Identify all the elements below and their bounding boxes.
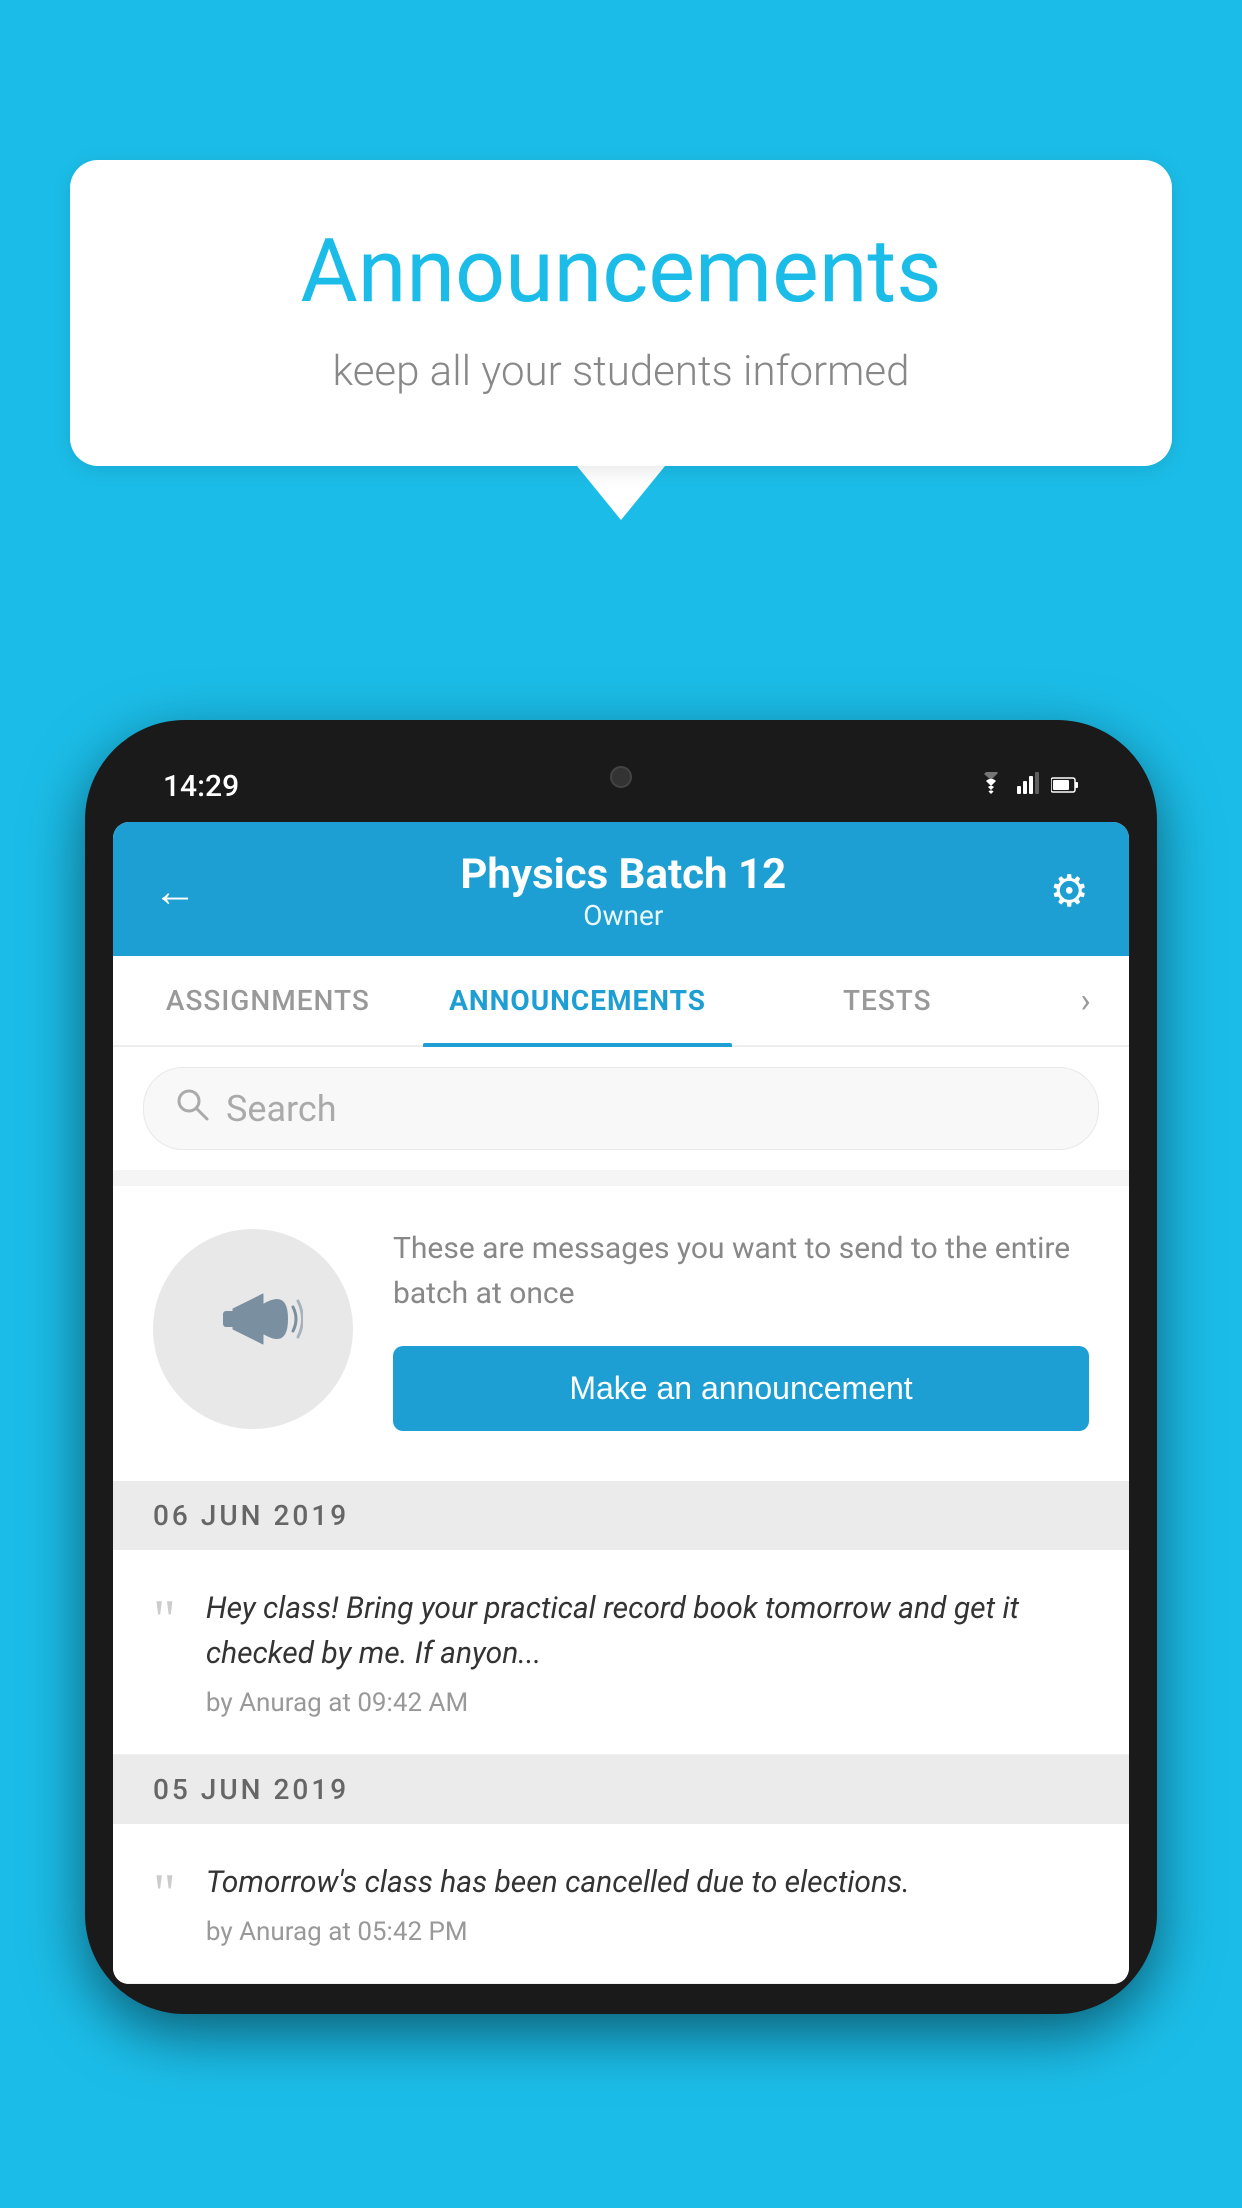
announcement-meta-1: by Anurag at 09:42 AM bbox=[206, 1688, 1089, 1718]
search-bar[interactable]: Search bbox=[143, 1067, 1099, 1150]
search-icon bbox=[174, 1086, 210, 1131]
announcement-item-1[interactable]: " Hey class! Bring your practical record… bbox=[113, 1550, 1129, 1755]
back-button[interactable]: ← bbox=[153, 865, 197, 917]
promo-description: These are messages you want to send to t… bbox=[393, 1226, 1089, 1316]
batch-title: Physics Batch 12 bbox=[460, 850, 786, 899]
announcement-item-2[interactable]: " Tomorrow's class has been cancelled du… bbox=[113, 1824, 1129, 1984]
tab-tests[interactable]: TESTS bbox=[732, 956, 1042, 1045]
announcement-content-1: Hey class! Bring your practical record b… bbox=[206, 1586, 1089, 1718]
announcement-content-2: Tomorrow's class has been cancelled due … bbox=[206, 1860, 910, 1947]
speech-bubble-subtitle: keep all your students informed bbox=[150, 347, 1092, 396]
phone-screen: ← Physics Batch 12 Owner ⚙ ASSIGNMENTS A… bbox=[113, 822, 1129, 1984]
battery-icon bbox=[1051, 771, 1079, 801]
tab-more[interactable]: › bbox=[1042, 956, 1129, 1045]
tab-announcements[interactable]: ANNOUNCEMENTS bbox=[423, 956, 733, 1045]
settings-icon[interactable]: ⚙ bbox=[1050, 865, 1089, 917]
speech-bubble-card: Announcements keep all your students inf… bbox=[70, 160, 1172, 466]
date-separator-1: 06 JUN 2019 bbox=[113, 1481, 1129, 1550]
search-placeholder[interactable]: Search bbox=[226, 1088, 337, 1130]
wifi-icon bbox=[977, 771, 1005, 801]
promo-content: These are messages you want to send to t… bbox=[393, 1226, 1089, 1431]
promo-icon-circle bbox=[153, 1229, 353, 1429]
phone-notch bbox=[531, 750, 711, 804]
make-announcement-button[interactable]: Make an announcement bbox=[393, 1346, 1089, 1431]
announcement-meta-2: by Anurag at 05:42 PM bbox=[206, 1917, 910, 1947]
speech-bubble-arrow bbox=[577, 466, 665, 520]
phone-outer: 14:29 bbox=[85, 720, 1157, 2014]
megaphone-icon bbox=[203, 1269, 303, 1389]
phone-mockup: 14:29 bbox=[85, 720, 1157, 2014]
quote-icon-1: " bbox=[153, 1586, 176, 1718]
search-bar-wrapper: Search bbox=[113, 1047, 1129, 1170]
camera-dot bbox=[610, 766, 632, 788]
date-separator-2: 05 JUN 2019 bbox=[113, 1755, 1129, 1824]
batch-subtitle: Owner bbox=[460, 899, 786, 932]
status-bar: 14:29 bbox=[113, 750, 1129, 822]
status-time: 14:29 bbox=[163, 769, 239, 804]
tabs-bar: ASSIGNMENTS ANNOUNCEMENTS TESTS › bbox=[113, 956, 1129, 1047]
announcement-text-2: Tomorrow's class has been cancelled due … bbox=[206, 1860, 910, 1905]
header-center: Physics Batch 12 Owner bbox=[460, 850, 786, 932]
tab-assignments[interactable]: ASSIGNMENTS bbox=[113, 956, 423, 1045]
status-icons bbox=[977, 771, 1079, 801]
speech-bubble-title: Announcements bbox=[150, 220, 1092, 323]
app-header: ← Physics Batch 12 Owner ⚙ bbox=[113, 822, 1129, 956]
announcement-text-1: Hey class! Bring your practical record b… bbox=[206, 1586, 1089, 1676]
speech-bubble-section: Announcements keep all your students inf… bbox=[70, 160, 1172, 520]
signal-icon bbox=[1017, 771, 1039, 801]
quote-icon-2: " bbox=[153, 1860, 176, 1947]
promo-card: These are messages you want to send to t… bbox=[113, 1186, 1129, 1481]
